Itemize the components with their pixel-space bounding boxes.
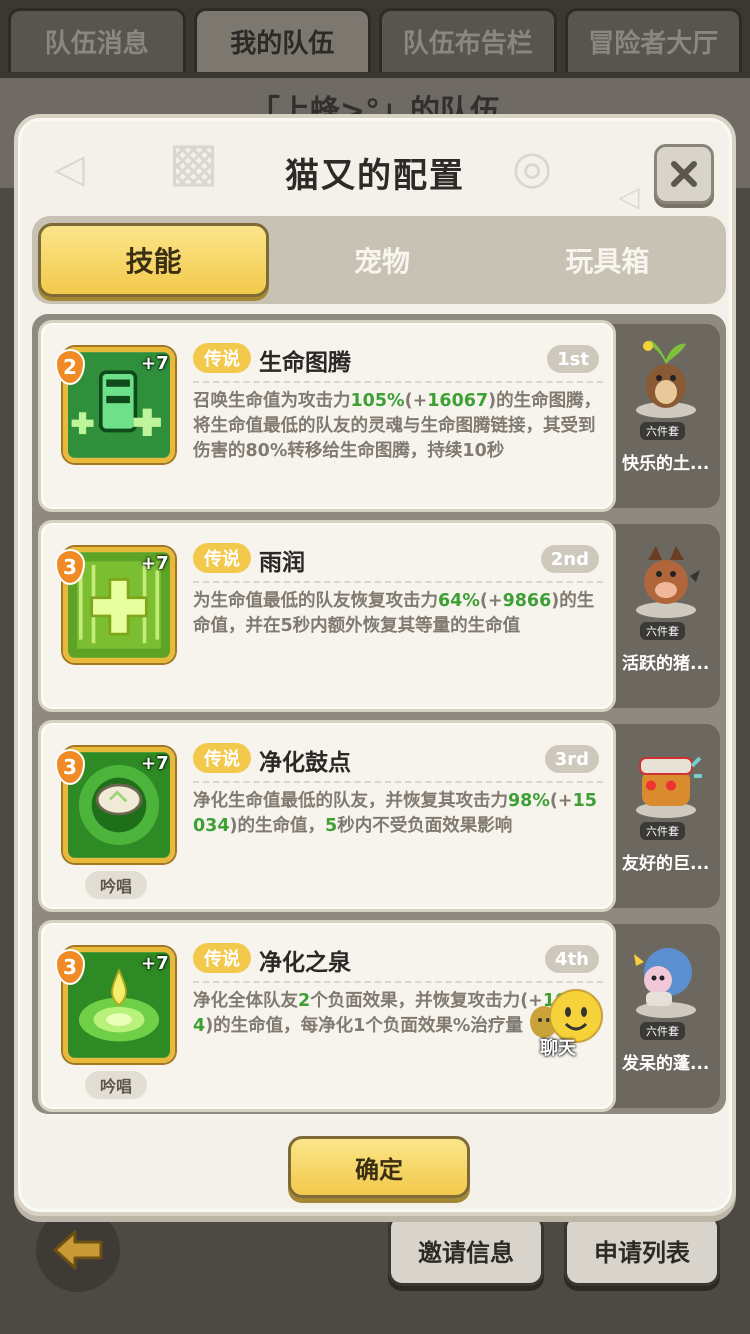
skill-row: 六件套 发呆的蓬... 3 +7 吟唱 传说 净化之泉 4th 净化全体队友2个… bbox=[38, 920, 720, 1112]
enhance-badge: +7 bbox=[141, 953, 169, 974]
side-pet-card[interactable]: 六件套 快乐的土... bbox=[612, 324, 720, 508]
invite-info-button[interactable]: 邀请信息 bbox=[388, 1214, 544, 1286]
pet-fluffy-icon bbox=[634, 948, 696, 1018]
skill-order-badge: 4th bbox=[545, 945, 599, 973]
tab-skills[interactable]: 技能 bbox=[38, 223, 270, 297]
tab-toybox[interactable]: 玩具箱 bbox=[495, 223, 720, 297]
skill-card[interactable]: 3 +7 吟唱 传说 净化鼓点 3rd 净化生命值最低的队友，并恢复其攻击力98… bbox=[38, 720, 616, 912]
divider bbox=[193, 781, 603, 783]
skill-row: 六件套 友好的巨... 3 +7 吟唱 传说 净化鼓点 3rd 净化生命值最低的… bbox=[38, 720, 720, 912]
skill-card[interactable]: 2 +7 传说 生命图腾 1st 召唤生命值为攻击力105%(+16067)的生… bbox=[38, 320, 616, 512]
rarity-badge: 传说 bbox=[193, 943, 251, 973]
pet-name: 快乐的土... bbox=[622, 454, 710, 474]
side-pet-card[interactable]: 六件套 活跃的猪... bbox=[612, 524, 720, 708]
enhance-badge: +7 bbox=[141, 753, 169, 774]
close-button[interactable] bbox=[654, 144, 714, 204]
enhance-badge: +7 bbox=[141, 553, 169, 574]
rarity-badge: 传说 bbox=[193, 543, 251, 573]
back-arrow-icon bbox=[53, 1230, 103, 1270]
divider bbox=[193, 981, 603, 983]
skill-description: 召唤生命值为攻击力105%(+16067)的生命图腾，将生命值最低的队友的灵魂与… bbox=[193, 391, 602, 461]
confirm-button[interactable]: 确定 bbox=[288, 1136, 470, 1198]
apply-list-button[interactable]: 申请列表 bbox=[564, 1214, 720, 1286]
tab-pets[interactable]: 宠物 bbox=[269, 223, 494, 297]
config-modal: ◁ ▩ ◎ ◁ 猫又的配置 技能 宠物 玩具箱 六件套 快乐的土... 2 +7… bbox=[14, 114, 736, 1216]
pet-mole-icon bbox=[636, 340, 696, 418]
skill-order-badge: 1st bbox=[547, 345, 599, 373]
chat-label: 聊天 bbox=[540, 1038, 576, 1059]
skill-name: 雨润 bbox=[259, 550, 305, 576]
divider bbox=[193, 581, 603, 583]
rarity-badge: 传说 bbox=[193, 743, 251, 773]
pet-name: 活跃的猪... bbox=[622, 654, 710, 674]
pet-name: 发呆的蓬... bbox=[622, 1054, 710, 1074]
back-button[interactable] bbox=[36, 1208, 120, 1292]
chant-tag: 吟唱 bbox=[85, 871, 147, 899]
skill-description: 净化生命值最低的队友，并恢复其攻击力98%(+15034)的生命值，5秒内不受负… bbox=[193, 791, 597, 836]
tab-adventurer-hall[interactable]: 冒险者大厅 bbox=[564, 8, 742, 72]
modal-title: 猫又的配置 bbox=[285, 156, 465, 196]
skill-name: 净化鼓点 bbox=[259, 750, 351, 776]
enhance-badge: +7 bbox=[141, 353, 169, 374]
rarity-badge: 传说 bbox=[193, 343, 251, 373]
pet-boar-icon bbox=[636, 546, 700, 618]
tab-my-team[interactable]: 我的队伍 bbox=[193, 8, 371, 72]
skill-order-badge: 3rd bbox=[544, 745, 599, 773]
set-badge: 六件套 bbox=[640, 422, 685, 440]
skill-order-badge: 2nd bbox=[540, 545, 599, 573]
side-pet-card[interactable]: 六件套 发呆的蓬... bbox=[612, 924, 720, 1108]
skill-description: 为生命值最低的队友恢复攻击力64%(+9866)的生命值，并在5秒内额外恢复其等… bbox=[193, 591, 595, 636]
top-tab-bar: 队伍消息 我的队伍 队伍布告栏 冒险者大厅 bbox=[0, 0, 750, 78]
config-tabs: 技能 宠物 玩具箱 bbox=[32, 216, 726, 304]
set-badge: 六件套 bbox=[640, 1022, 685, 1040]
divider bbox=[193, 381, 603, 383]
pet-name: 友好的巨... bbox=[622, 854, 710, 874]
skill-list[interactable]: 六件套 快乐的土... 2 +7 传说 生命图腾 1st 召唤生命值为攻击力10… bbox=[32, 314, 726, 1114]
set-badge: 六件套 bbox=[640, 622, 685, 640]
side-pet-card[interactable]: 六件套 友好的巨... bbox=[612, 724, 720, 908]
pet-giant-icon bbox=[636, 756, 702, 818]
tab-team-board[interactable]: 队伍布告栏 bbox=[379, 8, 557, 72]
skill-row: 六件套 快乐的土... 2 +7 传说 生命图腾 1st 召唤生命值为攻击力10… bbox=[38, 320, 720, 512]
skill-name: 生命图腾 bbox=[259, 350, 351, 376]
set-badge: 六件套 bbox=[640, 822, 685, 840]
tab-team-messages[interactable]: 队伍消息 bbox=[8, 8, 186, 72]
chant-tag: 吟唱 bbox=[85, 1071, 147, 1099]
close-icon bbox=[671, 161, 697, 187]
skill-name: 净化之泉 bbox=[259, 950, 351, 976]
skill-card[interactable]: 3 +7 传说 雨润 2nd 为生命值最低的队友恢复攻击力64%(+9866)的… bbox=[38, 520, 616, 712]
skill-row: 六件套 活跃的猪... 3 +7 传说 雨润 2nd 为生命值最低的队友恢复攻击… bbox=[38, 520, 720, 712]
